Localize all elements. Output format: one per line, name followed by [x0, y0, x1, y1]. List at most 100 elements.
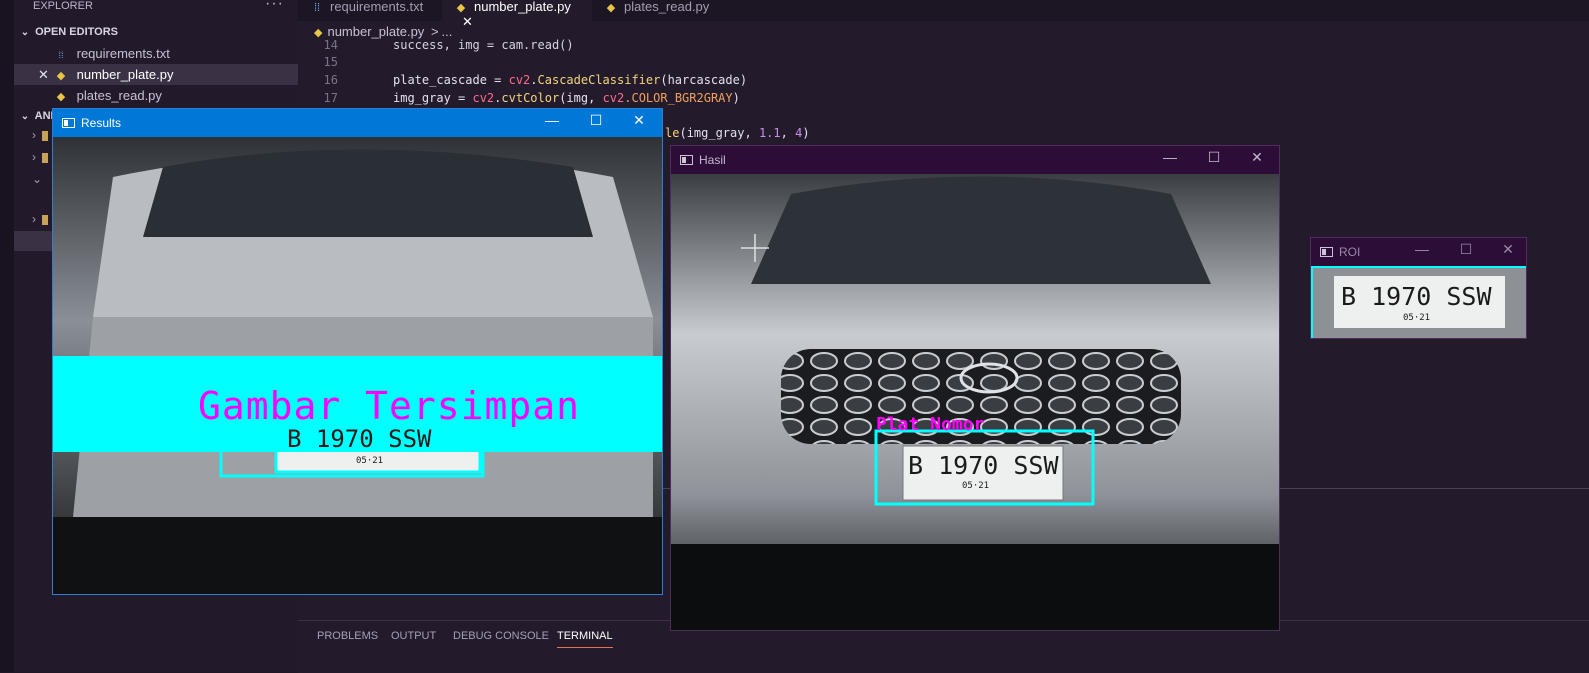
folder-icon	[42, 152, 48, 163]
chevron-right-icon: ›	[32, 212, 36, 226]
minimize-button[interactable]: —	[1155, 149, 1185, 165]
tab-label: number_plate.py	[474, 0, 571, 14]
tree-folder-item[interactable]: ›	[32, 150, 48, 170]
code-line[interactable]: plate_cascade = cv2.CascadeClassifier(ha…	[393, 73, 747, 87]
code-line[interactable]: img_gray = cv2.cvtColor(img, cv2.COLOR_B…	[393, 91, 740, 105]
saved-banner-text: Gambar Tersimpan	[198, 384, 581, 428]
code-token: )	[802, 126, 810, 140]
activity-bar	[0, 0, 14, 672]
info-file-icon: ⁞⁞	[313, 2, 321, 14]
chevron-right-icon: ›	[32, 128, 36, 142]
plate-number: B 1970 SSW	[1341, 282, 1492, 311]
close-icon[interactable]: ✕	[38, 64, 49, 85]
results-window: Results — ☐ ✕ Gambar Tersimpan B 1970 SS…	[52, 108, 663, 595]
python-icon: ◆	[456, 2, 466, 14]
results-titlebar[interactable]: Results — ☐ ✕	[53, 109, 662, 137]
tab-plates-read[interactable]: ◆ plates_read.py	[592, 0, 726, 21]
chevron-right-icon: ›	[32, 150, 36, 164]
window-app-icon	[62, 118, 75, 128]
minimize-button[interactable]: —	[1407, 241, 1437, 257]
car-photo	[671, 174, 1279, 630]
line-number: 17	[323, 91, 338, 105]
tree-folder-item[interactable]: ⌄	[32, 172, 42, 192]
window-title: ROI	[1339, 245, 1361, 259]
open-editors-label: OPEN EDITORS	[35, 26, 118, 38]
line-number: 15	[323, 55, 338, 69]
plate-detection-label: Plat Nomor	[876, 414, 985, 435]
code-token: )	[732, 91, 740, 105]
tab-number-plate[interactable]: ◆ number_plate.py ✕	[442, 0, 592, 29]
code-token: =	[486, 73, 509, 87]
code-token: cv2	[508, 73, 531, 87]
plate-subtext: 05·21	[962, 481, 990, 491]
code-token: (harcascade)	[660, 73, 748, 87]
plate-subtext: 05·21	[356, 456, 384, 466]
open-editor-item-number-plate[interactable]: ✕ ◆ number_plate.py	[14, 64, 298, 85]
breadcrumb-file[interactable]: number_plate.py	[327, 24, 424, 39]
tab-output[interactable]: OUTPUT	[391, 630, 436, 642]
close-icon[interactable]: ✕	[462, 14, 473, 29]
tab-terminal[interactable]: TERMINAL	[557, 630, 613, 648]
code-token: plate_cascade	[393, 73, 487, 87]
hasil-titlebar[interactable]: Hasil — ☐ ✕	[671, 146, 1279, 174]
close-button[interactable]: ✕	[1493, 241, 1523, 258]
close-button[interactable]: ✕	[624, 112, 654, 129]
open-editor-label: number_plate.py	[76, 67, 174, 82]
code-token: (	[679, 126, 687, 140]
minimize-button[interactable]: —	[537, 112, 567, 128]
roi-titlebar[interactable]: ROI — ☐ ✕	[1311, 238, 1526, 266]
editor-tabs: ⁞⁞ requirements.txt ◆ number_plate.py ✕ ◆ p…	[298, 0, 1589, 29]
open-editor-label: requirements.txt	[76, 46, 170, 61]
window-app-icon	[680, 155, 693, 165]
window-title: Results	[81, 116, 122, 130]
breadcrumb-rest[interactable]: ...	[442, 24, 453, 39]
window-app-icon	[1320, 247, 1333, 257]
folder-icon	[42, 130, 48, 141]
breadcrumb: ◆ number_plate.py >...	[314, 24, 452, 39]
code-token: cv2	[602, 91, 625, 105]
maximize-button[interactable]: ☐	[1199, 149, 1229, 166]
close-button[interactable]: ✕	[1242, 149, 1272, 166]
line-number: 14	[323, 38, 338, 52]
tree-folder-item[interactable]: ›	[32, 128, 48, 148]
code-token: ,	[780, 126, 796, 140]
plate-number: B 1970 SSW	[908, 451, 1059, 480]
code-token: (img,	[559, 91, 603, 105]
code-token: cvtColor	[501, 91, 560, 105]
hasil-window: Hasil — ☐ ✕ Plat Nomor B 1970 SSW 05·21	[670, 145, 1280, 631]
plate-subtext: 05·21	[1403, 313, 1431, 323]
tab-problems[interactable]: PROBLEMS	[317, 630, 378, 642]
tab-label: requirements.txt	[330, 0, 424, 14]
code-token: .	[530, 73, 538, 87]
code-token: le	[665, 126, 680, 140]
maximize-button[interactable]: ☐	[1451, 241, 1481, 258]
code-line-partial[interactable]: le(img_gray, 1.1, 4)	[665, 126, 810, 140]
code-token: img_gray	[393, 91, 451, 105]
tab-requirements[interactable]: ⁞⁞ requirements.txt	[298, 0, 442, 21]
code-token: =	[450, 91, 473, 105]
info-file-icon: ⁞⁞	[58, 50, 64, 60]
chevron-down-icon: ⌄	[20, 27, 30, 38]
code-token: CascadeClassifier	[537, 73, 661, 87]
open-editor-item-plates-read[interactable]: ◆ plates_read.py	[14, 85, 298, 106]
chevron-down-icon: ⌄	[20, 111, 30, 122]
tab-debug-console[interactable]: DEBUG CONSOLE	[453, 630, 549, 642]
tree-folder-item[interactable]: ›	[32, 212, 48, 232]
python-icon: ◆	[606, 2, 616, 14]
code-token: 1.1	[758, 126, 781, 140]
chevron-down-icon: ⌄	[32, 172, 43, 186]
explorer-title: EXPLORER	[33, 0, 93, 12]
open-editor-item-requirements[interactable]: ⁞⁞ requirements.txt	[14, 43, 298, 64]
maximize-button[interactable]: ☐	[581, 112, 611, 129]
more-actions-icon[interactable]: ···	[265, 0, 284, 12]
open-editors-section[interactable]: ⌄ OPEN EDITORS	[14, 22, 298, 43]
python-icon: ◆	[56, 91, 66, 103]
code-line[interactable]: success, img = cam.read()	[393, 38, 574, 52]
code-token: cv2	[472, 91, 495, 105]
tree-selected-row[interactable]	[14, 231, 54, 251]
window-title: Hasil	[699, 153, 726, 167]
explorer-header: EXPLORER ···	[14, 0, 298, 22]
line-number: 16	[323, 73, 338, 87]
open-editor-label: plates_read.py	[76, 88, 162, 103]
breadcrumb-separator: >	[430, 24, 439, 39]
